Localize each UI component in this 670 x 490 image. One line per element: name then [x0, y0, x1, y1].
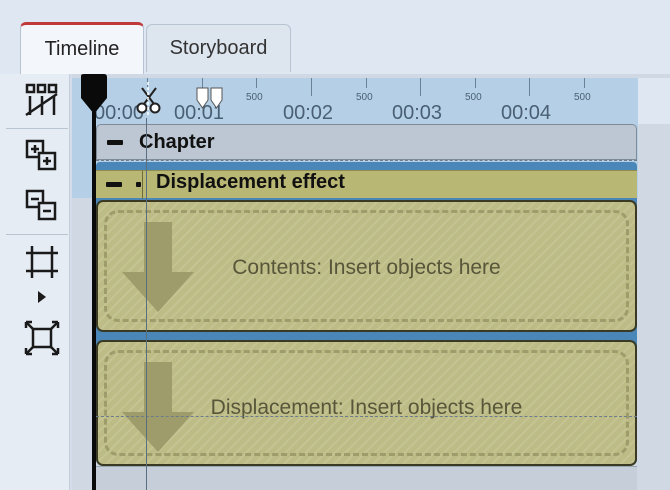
- marker-icon[interactable]: [195, 86, 225, 114]
- timeline-area[interactable]: 00:00 00:01 00:02 00:03 00:04 500 500 50…: [72, 74, 670, 490]
- tab-bar: Timeline Storyboard: [0, 0, 670, 74]
- drop-zone-label: Contents: Insert objects here: [232, 256, 501, 279]
- edit-cursor-line: [146, 118, 147, 490]
- fit-width-icon[interactable]: [22, 242, 62, 282]
- ruler-label: 00:03: [392, 102, 443, 124]
- collapse-icon[interactable]: [107, 140, 123, 145]
- ruler-minor-label: 500: [465, 92, 482, 103]
- empty-track[interactable]: [96, 466, 637, 490]
- chapter-label: Chapter: [139, 131, 215, 153]
- ruler-label: 00:04: [501, 102, 552, 124]
- collapse-icon[interactable]: [106, 182, 122, 187]
- contents-drop-zone[interactable]: Contents: Insert objects here: [96, 200, 637, 332]
- ruler-label: 00:02: [283, 102, 334, 124]
- effect-label: Displacement effect: [156, 171, 345, 193]
- ruler-minor-label: 500: [356, 92, 373, 103]
- displacement-drop-zone[interactable]: Displacement: Insert objects here: [96, 340, 637, 466]
- effect-header[interactable]: Displacement effect: [96, 170, 637, 199]
- fit-all-icon[interactable]: [22, 318, 62, 358]
- remove-track-icon[interactable]: [22, 186, 62, 226]
- add-track-icon[interactable]: [22, 136, 62, 176]
- expand-arrow-icon[interactable]: [22, 282, 62, 312]
- chapter-track[interactable]: Chapter: [96, 124, 637, 160]
- tab-storyboard[interactable]: Storyboard: [146, 24, 291, 72]
- tab-timeline[interactable]: Timeline: [20, 22, 144, 74]
- scissors-icon[interactable]: [134, 82, 164, 116]
- ruler-minor-label: 500: [574, 92, 591, 103]
- playhead-line[interactable]: [92, 112, 96, 490]
- split-tracks-icon[interactable]: [22, 80, 62, 120]
- tab-label: Storyboard: [169, 37, 268, 59]
- tab-label: Timeline: [44, 38, 120, 60]
- timeline-toolbar: [0, 74, 70, 490]
- playhead-handle[interactable]: [78, 74, 108, 114]
- ruler-minor-label: 500: [246, 92, 263, 103]
